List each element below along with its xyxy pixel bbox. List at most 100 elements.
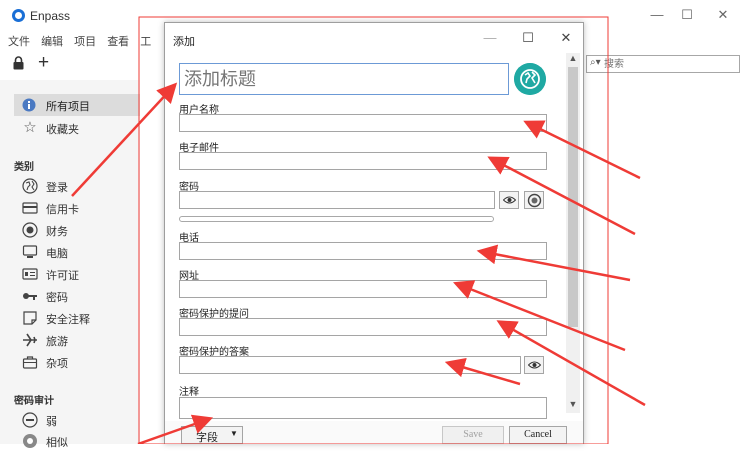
scroll-thumb[interactable] <box>568 67 578 327</box>
categories-header: 类别 <box>14 162 34 173</box>
sidebar-item-label: 相似 <box>46 437 68 449</box>
sidebar-item-label: 所有项目 <box>46 101 90 113</box>
sidebar-item-label: 密码 <box>46 292 68 304</box>
item-icon-globe-button[interactable] <box>514 63 546 95</box>
notes-label: 注释 <box>179 387 199 398</box>
username-field[interactable] <box>179 114 547 132</box>
dialog-maximize-button[interactable]: ☐ <box>519 29 537 47</box>
close-button[interactable]: ✕ <box>713 6 733 24</box>
scroll-down-icon[interactable]: ▼ <box>568 399 578 411</box>
search-icon: ⌕▾ <box>590 57 601 68</box>
dialog-title: 添加 <box>173 36 195 48</box>
sidebar-item-label: 电脑 <box>46 248 68 260</box>
sidebar-item-travel[interactable]: 旅游 <box>20 330 140 350</box>
dialog-scrollbar[interactable]: ▲ ▼ <box>566 53 580 413</box>
scroll-up-icon[interactable]: ▲ <box>568 53 578 65</box>
security-answer-input[interactable] <box>180 357 520 373</box>
add-field-dropdown[interactable]: 字段 ▼ <box>181 426 243 444</box>
sidebar-item-label: 弱 <box>46 416 57 428</box>
username-input[interactable] <box>180 115 546 131</box>
password-field[interactable] <box>179 191 495 209</box>
email-field[interactable] <box>179 152 547 170</box>
sidebar-item-all-items[interactable]: 所有项目 <box>14 94 140 116</box>
license-icon <box>22 268 38 280</box>
show-answer-button[interactable] <box>524 356 544 374</box>
menu-tools[interactable]: 工 <box>140 36 151 48</box>
item-title-input[interactable] <box>180 64 508 94</box>
item-title-field[interactable] <box>179 63 509 95</box>
notes-field[interactable] <box>179 397 547 419</box>
sidebar-item-label: 信用卡 <box>46 204 79 216</box>
gear-icon <box>527 193 542 208</box>
sidebar-item-password[interactable]: 密码 <box>20 286 140 306</box>
url-field[interactable] <box>179 280 547 298</box>
menu-edit[interactable]: 编辑 <box>41 36 63 48</box>
sidebar-item-favorites[interactable]: ☆ 收藏夹 <box>20 118 140 138</box>
password-input[interactable] <box>180 192 494 208</box>
globe-icon <box>22 178 38 194</box>
sidebar-item-secure-note[interactable]: 安全注释 <box>20 308 140 328</box>
password-strength-bar <box>179 216 494 222</box>
sidebar-item-similar[interactable]: 相似 <box>20 431 140 451</box>
email-input[interactable] <box>180 153 546 169</box>
sidebar-item-finance[interactable]: 财务 <box>20 220 140 240</box>
sidebar-item-label: 杂项 <box>46 358 68 370</box>
sidebar-item-label: 安全注释 <box>46 314 90 326</box>
note-icon <box>23 311 37 325</box>
minimize-button[interactable]: — <box>647 6 667 24</box>
menu-item[interactable]: 项目 <box>74 36 96 48</box>
dialog-minimize-button[interactable]: — <box>481 29 499 47</box>
generate-password-button[interactable] <box>524 191 544 209</box>
star-icon: ☆ <box>23 119 37 136</box>
sidebar-item-weak[interactable]: 弱 <box>20 410 140 430</box>
sidebar-item-misc[interactable]: 杂项 <box>20 352 140 372</box>
sidebar-item-label: 旅游 <box>46 336 68 348</box>
credit-card-icon <box>22 202 38 214</box>
sidebar-item-label: 许可证 <box>46 270 79 282</box>
dialog-close-button[interactable]: ✕ <box>557 29 575 47</box>
enpass-logo-icon <box>12 9 25 22</box>
computer-icon <box>22 245 38 258</box>
menu-view[interactable]: 查看 <box>107 36 129 48</box>
url-input[interactable] <box>180 281 546 297</box>
phone-field[interactable] <box>179 242 547 260</box>
search-input[interactable] <box>604 57 734 71</box>
show-password-button[interactable] <box>499 191 519 209</box>
phone-input[interactable] <box>180 243 546 259</box>
minus-circle-icon <box>22 412 38 428</box>
airplane-icon <box>23 333 37 347</box>
maximize-button[interactable]: ☐ <box>677 6 697 24</box>
sidebar-item-credit-card[interactable]: 信用卡 <box>20 198 140 218</box>
security-question-field[interactable] <box>179 318 547 336</box>
lock-icon[interactable] <box>13 56 24 70</box>
menu-bar: 文件 编辑 项目 查看 工 <box>8 33 159 49</box>
sidebar-item-login[interactable]: 登录 <box>20 176 140 196</box>
add-icon[interactable]: + <box>38 52 49 74</box>
add-item-dialog: 添加 — ☐ ✕ 用户名称 电子邮件 密码 电话 网址 密码保护的提问 密码保护… <box>164 22 584 444</box>
save-button[interactable]: Save <box>442 426 504 444</box>
search-box[interactable]: ⌕▾ <box>586 55 740 73</box>
main-toolbar: + <box>0 52 140 76</box>
sidebar-item-computer[interactable]: 电脑 <box>20 242 140 262</box>
security-question-input[interactable] <box>180 319 546 335</box>
sidebar-item-label: 收藏夹 <box>46 124 79 136</box>
key-icon <box>23 293 37 300</box>
similar-icon <box>23 434 37 448</box>
app-title: Enpass <box>30 9 71 23</box>
sidebar-item-label: 财务 <box>46 226 68 238</box>
menu-file[interactable]: 文件 <box>8 36 30 48</box>
add-field-label: 字段 <box>196 432 218 444</box>
eye-icon <box>528 361 541 369</box>
dialog-footer: 字段 ▼ Save Cancel <box>165 421 583 444</box>
sidebar: 所有项目 ☆ 收藏夹 类别 登录 信用卡 财务 电脑 许可证 密码 安全注释 旅… <box>0 80 140 449</box>
security-answer-field[interactable] <box>179 356 521 374</box>
caret-down-icon: ▼ <box>230 429 238 438</box>
sidebar-item-license[interactable]: 许可证 <box>20 264 140 284</box>
sidebar-item-label: 登录 <box>46 182 68 194</box>
eye-icon <box>503 196 516 204</box>
audit-header: 密码审计 <box>14 396 54 407</box>
briefcase-icon <box>22 356 38 369</box>
finance-icon <box>22 222 38 238</box>
notes-input[interactable] <box>180 398 546 418</box>
cancel-button[interactable]: Cancel <box>509 426 567 444</box>
